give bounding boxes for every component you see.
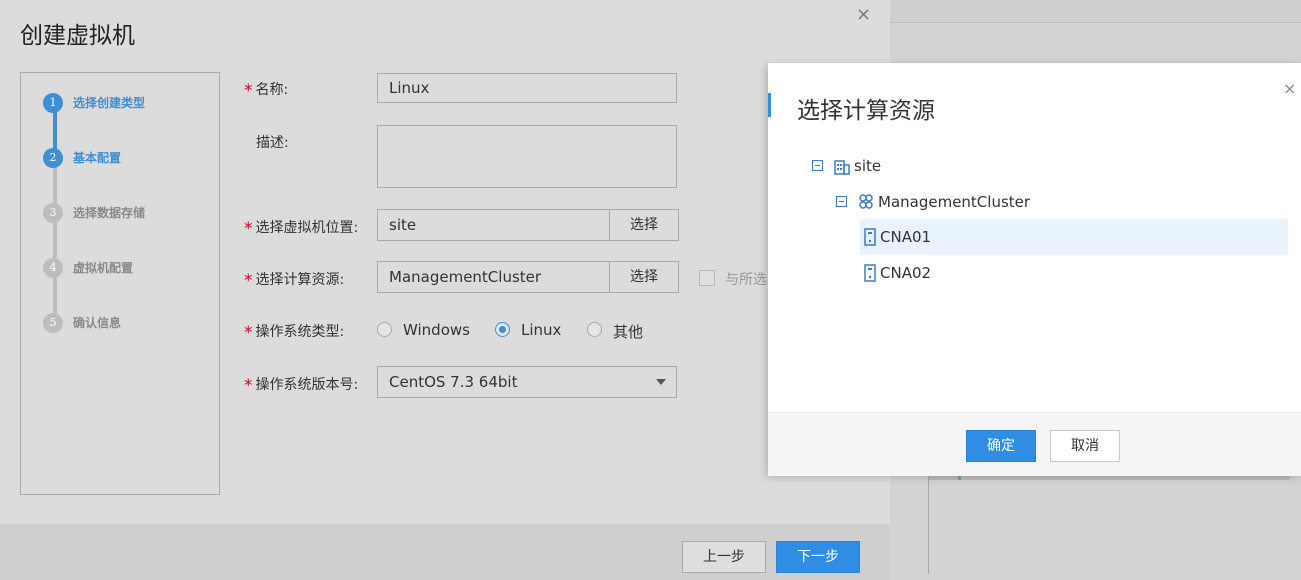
required-mark: * bbox=[244, 323, 253, 343]
step-label: 选择创建类型 bbox=[73, 96, 146, 110]
required-mark: * bbox=[244, 219, 253, 239]
tree-label: site bbox=[854, 157, 882, 175]
tree-node-host-cna01[interactable]: CNA01 bbox=[860, 219, 1288, 255]
background-progress-bar bbox=[928, 476, 1290, 480]
step-number: 1 bbox=[43, 93, 63, 113]
os-type-other-radio[interactable] bbox=[587, 322, 602, 337]
close-icon[interactable]: × bbox=[1283, 79, 1296, 98]
dialog-footer: 上一步 下一步 bbox=[0, 524, 890, 580]
tree-label: ManagementCluster bbox=[878, 193, 1031, 211]
tree-node-cluster[interactable]: ManagementCluster bbox=[836, 184, 1266, 220]
compute-label-row: * 选择计算资源: bbox=[244, 269, 345, 291]
os-type-label-row: * 操作系统类型: bbox=[244, 321, 345, 343]
cancel-button[interactable]: 取消 bbox=[1050, 430, 1120, 462]
dialog-title: 创建虚拟机 bbox=[20, 23, 135, 49]
step-number: 3 bbox=[43, 203, 63, 223]
step-label: 确认信息 bbox=[73, 316, 122, 330]
step-label: 虚拟机配置 bbox=[73, 261, 134, 275]
modal-footer: 确定 取消 bbox=[768, 412, 1301, 476]
modal-title: 选择计算资源 bbox=[797, 98, 935, 124]
step-5[interactable]: 5 确认信息 bbox=[43, 313, 223, 335]
next-step-button[interactable]: 下一步 bbox=[776, 541, 860, 573]
step-navigator: 1 选择创建类型 2 基本配置 3 选择数据存储 4 虚拟机配置 5 确认信息 bbox=[20, 72, 220, 495]
select-compute-modal: 选择计算资源 × site ManagementCluster CNA01 CN… bbox=[768, 63, 1301, 476]
location-label: 选择虚拟机位置: bbox=[255, 220, 359, 236]
datacenter-icon bbox=[834, 160, 850, 175]
select-compute-button[interactable]: 选择 bbox=[609, 261, 679, 293]
confirm-button[interactable]: 确定 bbox=[966, 430, 1036, 462]
os-type-windows-radio[interactable] bbox=[377, 322, 392, 337]
step-4[interactable]: 4 虚拟机配置 bbox=[43, 258, 223, 280]
os-version-label: 操作系统版本号: bbox=[255, 377, 359, 393]
bind-host-label: 与所选 bbox=[725, 272, 767, 288]
compute-resource-input[interactable]: ManagementCluster bbox=[377, 261, 610, 293]
name-label: 名称: bbox=[255, 82, 289, 98]
os-version-value: CentOS 7.3 64bit bbox=[389, 373, 518, 391]
tree-node-host-cna02[interactable]: CNA02 bbox=[860, 255, 1288, 291]
os-type-linux-label[interactable]: Linux bbox=[521, 321, 561, 339]
os-version-label-row: * 操作系统版本号: bbox=[244, 374, 359, 396]
background-topbar bbox=[890, 0, 1301, 23]
name-label-row: * 名称: bbox=[244, 79, 289, 101]
tree-label: CNA02 bbox=[880, 264, 932, 282]
step-number: 4 bbox=[43, 258, 63, 278]
create-vm-dialog: 创建虚拟机 × 1 选择创建类型 2 基本配置 3 选择数据存储 4 虚拟机配置… bbox=[0, 0, 890, 580]
os-type-label: 操作系统类型: bbox=[255, 324, 345, 340]
os-type-linux-radio[interactable] bbox=[495, 322, 510, 337]
compute-label: 选择计算资源: bbox=[255, 272, 345, 288]
description-textarea[interactable] bbox=[377, 125, 677, 188]
required-mark: * bbox=[244, 271, 253, 291]
collapse-icon[interactable] bbox=[812, 160, 823, 171]
title-accent-bar bbox=[768, 93, 771, 117]
name-input[interactable]: Linux bbox=[377, 73, 677, 103]
required-mark: * bbox=[244, 376, 253, 396]
collapse-icon[interactable] bbox=[836, 196, 847, 207]
tree-node-site[interactable]: site bbox=[812, 148, 1242, 184]
tree-label: CNA01 bbox=[880, 228, 932, 246]
close-icon[interactable]: × bbox=[856, 4, 871, 25]
select-location-button[interactable]: 选择 bbox=[609, 209, 679, 241]
step-number: 2 bbox=[43, 148, 63, 168]
location-input[interactable]: site bbox=[377, 209, 610, 241]
step-label: 基本配置 bbox=[73, 151, 122, 165]
step-2[interactable]: 2 基本配置 bbox=[43, 148, 223, 170]
host-icon bbox=[864, 264, 876, 282]
host-icon bbox=[864, 228, 876, 246]
os-version-select[interactable]: CentOS 7.3 64bit bbox=[377, 366, 677, 398]
cluster-icon bbox=[859, 194, 873, 209]
step-3[interactable]: 3 选择数据存储 bbox=[43, 203, 223, 225]
desc-label: 描述: bbox=[256, 135, 289, 151]
bind-host-checkbox[interactable] bbox=[699, 270, 715, 286]
os-type-other-label[interactable]: 其他 bbox=[613, 321, 643, 342]
step-number: 5 bbox=[43, 313, 63, 333]
step-1[interactable]: 1 选择创建类型 bbox=[43, 93, 223, 115]
prev-step-button[interactable]: 上一步 bbox=[682, 541, 766, 573]
chevron-down-icon bbox=[656, 379, 666, 385]
step-label: 选择数据存储 bbox=[73, 206, 146, 220]
required-mark: * bbox=[244, 81, 253, 101]
background-divider bbox=[928, 470, 929, 574]
location-label-row: * 选择虚拟机位置: bbox=[244, 217, 359, 239]
os-type-windows-label[interactable]: Windows bbox=[403, 321, 470, 339]
